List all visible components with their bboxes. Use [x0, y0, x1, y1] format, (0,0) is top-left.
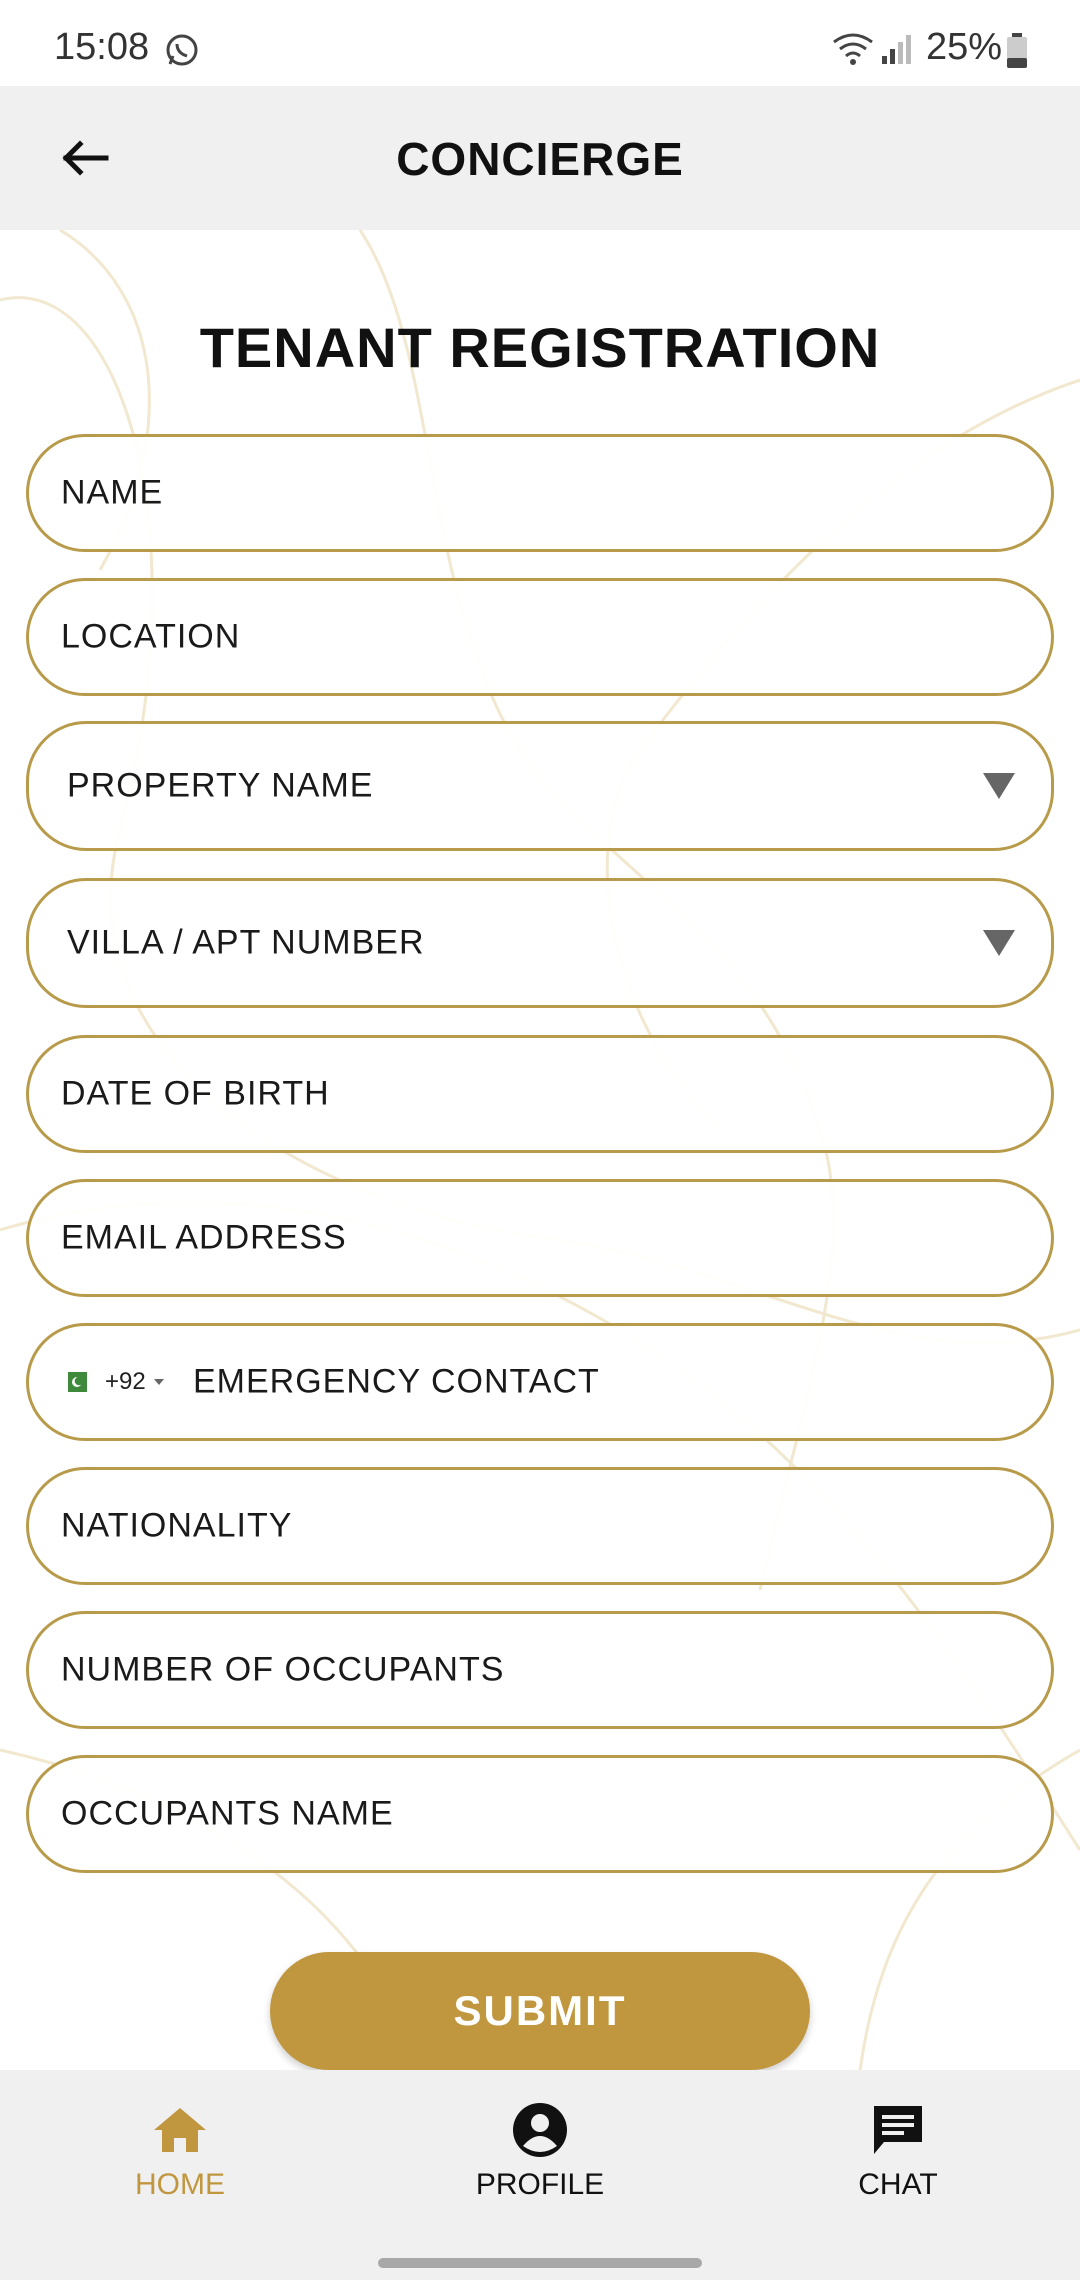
- nav-label-profile: PROFILE: [475, 2168, 605, 2201]
- battery-percent: 25%: [926, 26, 1003, 68]
- dropdown-arrow-icon: [983, 930, 1015, 956]
- country-code[interactable]: +92: [105, 1368, 146, 1396]
- name-placeholder: NAME: [61, 473, 164, 512]
- occupants-count-placeholder: NUMBER OF OCCUPANTS: [61, 1650, 505, 1689]
- submit-button[interactable]: SUBMIT: [270, 1952, 810, 2070]
- nav-item-home[interactable]: HOME: [80, 2100, 280, 2210]
- email-placeholder: EMAIL ADDRESS: [61, 1218, 347, 1257]
- account-circle-icon: [513, 2103, 567, 2157]
- nav-item-chat[interactable]: CHAT: [798, 2100, 998, 2210]
- email-field[interactable]: EMAIL ADDRESS: [26, 1179, 1054, 1297]
- emergency-contact-placeholder: EMERGENCY CONTACT: [193, 1362, 600, 1401]
- battery-icon: [1007, 33, 1027, 68]
- name-field[interactable]: NAME: [26, 434, 1054, 552]
- nationality-placeholder: NATIONALITY: [61, 1506, 293, 1545]
- dropdown-arrow-icon: [983, 773, 1015, 799]
- whatsapp-icon: [166, 34, 198, 66]
- status-time: 15:08: [54, 26, 150, 68]
- property-name-label: PROPERTY NAME: [67, 766, 374, 805]
- gesture-bar[interactable]: [378, 2258, 702, 2268]
- date-of-birth-field[interactable]: DATE OF BIRTH: [26, 1035, 1054, 1153]
- unit-number-label: VILLA / APT NUMBER: [67, 923, 425, 962]
- registration-content: TENANT REGISTRATION NAME LOCATION PROPER…: [0, 230, 1080, 2070]
- nav-label-home: HOME: [135, 2168, 225, 2201]
- signal-icon: [882, 35, 911, 64]
- home-icon: [154, 2108, 206, 2152]
- nav-label-chat: CHAT: [858, 2168, 938, 2201]
- emergency-contact-field[interactable]: +92 EMERGENCY CONTACT: [26, 1323, 1054, 1441]
- occupants-count-field[interactable]: NUMBER OF OCCUPANTS: [26, 1611, 1054, 1729]
- chat-icon: [874, 2106, 922, 2154]
- unit-number-dropdown[interactable]: VILLA / APT NUMBER: [26, 878, 1054, 1008]
- property-name-dropdown[interactable]: PROPERTY NAME: [26, 721, 1054, 851]
- status-bar: 15:08 25%: [0, 0, 1080, 86]
- dob-placeholder: DATE OF BIRTH: [61, 1074, 330, 1113]
- app-bar: CONCIERGE: [0, 86, 1080, 230]
- location-placeholder: LOCATION: [61, 617, 241, 656]
- nav-item-profile[interactable]: PROFILE: [440, 2100, 640, 2210]
- pakistan-flag-icon[interactable]: [61, 1372, 87, 1392]
- wifi-icon: [833, 33, 873, 65]
- chevron-down-icon[interactable]: [153, 1378, 165, 1386]
- nationality-field[interactable]: NATIONALITY: [26, 1467, 1054, 1585]
- occupants-name-placeholder: OCCUPANTS NAME: [61, 1794, 394, 1833]
- location-field[interactable]: LOCATION: [26, 578, 1054, 696]
- app-title: CONCIERGE: [396, 133, 684, 185]
- bottom-nav: HOME PROFILE CHAT: [0, 2070, 1080, 2280]
- occupants-name-field[interactable]: OCCUPANTS NAME: [26, 1755, 1054, 1873]
- page-heading: TENANT REGISTRATION: [199, 316, 881, 379]
